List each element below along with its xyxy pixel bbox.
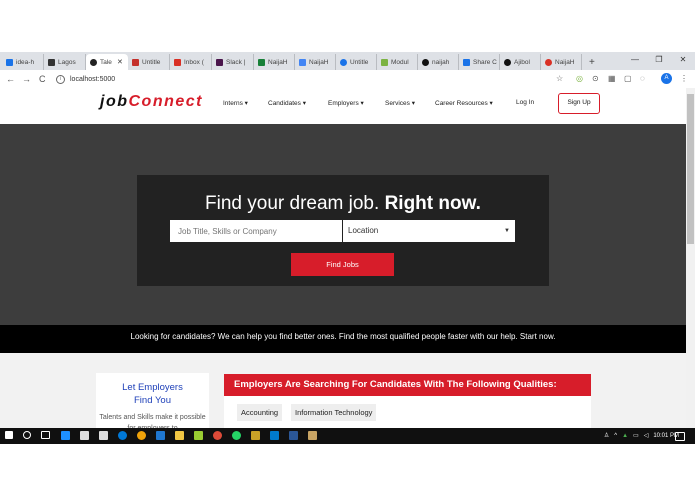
tab-favicon-icon [340,58,347,66]
page-scrollbar[interactable] [686,88,695,428]
extension-icon[interactable]: ◌ [640,73,645,85]
wifi-icon[interactable]: ▲ [622,428,628,444]
notifications-icon[interactable] [675,432,685,441]
new-tab-button[interactable]: + [585,54,601,70]
back-button[interactable]: ← [6,72,15,86]
app-icon[interactable] [137,431,146,440]
tab-favicon-icon [381,58,388,66]
employer-card: Let Employers Find You Talents and Skills… [96,373,209,432]
docs-icon [463,58,470,66]
app-icon[interactable] [289,431,298,440]
nav-login[interactable]: Log In [516,99,534,106]
docs-icon [299,58,306,66]
browser-tab[interactable]: idea-h [2,54,44,70]
search-panel: Find your dream job. Right now. Location… [137,175,549,286]
address-bar: ← → C i localhost:5000 ☆ ◎ ⊙ ▦ ▢ ◌ A ⋮ [0,70,695,89]
site-logo[interactable]: jobConnect [100,93,203,111]
gmail-icon [174,58,181,66]
reload-button[interactable]: C [39,72,46,86]
browser-tab[interactable]: Share C [459,54,500,70]
app-icon[interactable] [251,431,260,440]
chevron-up-icon[interactable]: ^ [614,428,617,444]
browser-tab[interactable]: Untitle [128,54,170,70]
url-field[interactable]: i localhost:5000 [56,72,546,86]
store-icon[interactable] [80,431,89,440]
vscode-icon[interactable] [270,431,279,440]
windows-start-icon[interactable] [5,431,13,439]
browser-tab[interactable]: naijah [418,54,459,70]
browser-tab-active[interactable]: Tale ✕ [86,54,128,70]
people-icon[interactable]: ♙ [604,428,609,444]
location-select[interactable]: Location ▼ [343,220,515,242]
tab-favicon-icon [258,58,265,66]
browser-tab[interactable]: NaijaH [295,54,336,70]
battery-icon[interactable]: ▭ [633,428,639,444]
browser-tab[interactable]: NaijaH [254,54,295,70]
bookmark-star-icon[interactable]: ☆ [556,73,563,85]
browser-tab[interactable]: Slack | [212,54,254,70]
os-taskbar: ♙ ^ ▲ ▭ ◁ 10:01 PM [0,428,695,444]
candidates-banner[interactable]: Looking for candidates? We can help you … [0,325,686,353]
edge-icon[interactable] [61,431,70,440]
github-icon [422,58,429,66]
browser-tab[interactable]: Untitle [336,54,377,70]
tab-favicon-icon [132,58,139,66]
chevron-down-icon: ▼ [504,228,510,234]
job-search-input[interactable] [170,220,342,242]
app-icon[interactable] [308,431,317,440]
whatsapp-icon[interactable] [232,431,241,440]
github-icon [504,58,511,66]
tab-close-icon[interactable]: ✕ [117,58,123,66]
quality-chip[interactable]: Accounting [237,404,283,421]
find-jobs-button[interactable]: Find Jobs [291,253,394,276]
nav-interns[interactable]: Interns ▾ [223,99,248,107]
browser-tab[interactable]: Lagos [44,54,86,70]
tab-favicon-icon [6,58,13,66]
task-view-icon[interactable] [41,431,50,439]
mail-icon[interactable] [99,431,108,440]
app-icon[interactable] [118,431,127,440]
browser-tab[interactable]: Modul [377,54,418,70]
window-controls: — ❐ ✕ [623,52,695,68]
profile-avatar[interactable]: A [661,73,672,84]
extension-icon[interactable]: ◎ [576,73,583,85]
qualities-list: Accounting Information Technology [224,396,591,428]
scrollbar-thumb[interactable] [687,94,694,244]
file-explorer-icon[interactable] [175,431,184,440]
extension-icon[interactable]: ⊙ [592,73,599,85]
menu-dots-icon[interactable]: ⋮ [680,73,688,85]
minimize-button[interactable]: — [623,52,647,68]
hero-title: Find your dream job. Right now. [205,193,481,214]
tab-favicon-icon [545,58,552,66]
employer-card-title[interactable]: Let Employers Find You [96,381,209,407]
volume-icon[interactable]: ◁ [644,428,649,444]
browser-tab[interactable]: NaijaH [541,54,582,70]
forward-button[interactable]: → [22,72,31,86]
info-icon[interactable]: i [56,74,65,84]
nav-career-resources[interactable]: Career Resources ▾ [435,99,493,107]
nav-services[interactable]: Services ▾ [385,99,415,107]
browser-tab[interactable]: Ajibol [500,54,541,70]
close-window-button[interactable]: ✕ [671,52,695,68]
nav-employers[interactable]: Employers ▾ [328,99,364,107]
chrome-icon[interactable] [213,431,222,440]
browser-tab-bar: idea-h Lagos Tale ✕ Untitle Inbox ( Slack… [0,52,695,70]
extension-icon[interactable]: ▢ [624,73,632,85]
tab-favicon-icon [90,58,97,66]
qualities-header: Employers Are Searching For Candidates W… [224,374,591,396]
app-icon[interactable] [156,431,165,440]
restore-button[interactable]: ❐ [647,52,671,68]
app-icon[interactable] [194,431,203,440]
browser-tab[interactable]: Inbox ( [170,54,212,70]
quality-chip[interactable]: Information Technology [291,404,377,421]
site-header: jobConnect Interns ▾ Candidates ▾ Employ… [0,88,686,124]
slack-icon [216,58,223,66]
signup-button[interactable]: Sign Up [558,93,600,114]
extension-icon[interactable]: ▦ [608,73,616,85]
system-tray: ♙ ^ ▲ ▭ ◁ 10:01 PM [604,428,679,444]
tab-favicon-icon [48,58,55,66]
search-icon[interactable] [23,431,31,439]
nav-candidates[interactable]: Candidates ▾ [268,99,306,107]
url-text: localhost:5000 [70,75,116,83]
